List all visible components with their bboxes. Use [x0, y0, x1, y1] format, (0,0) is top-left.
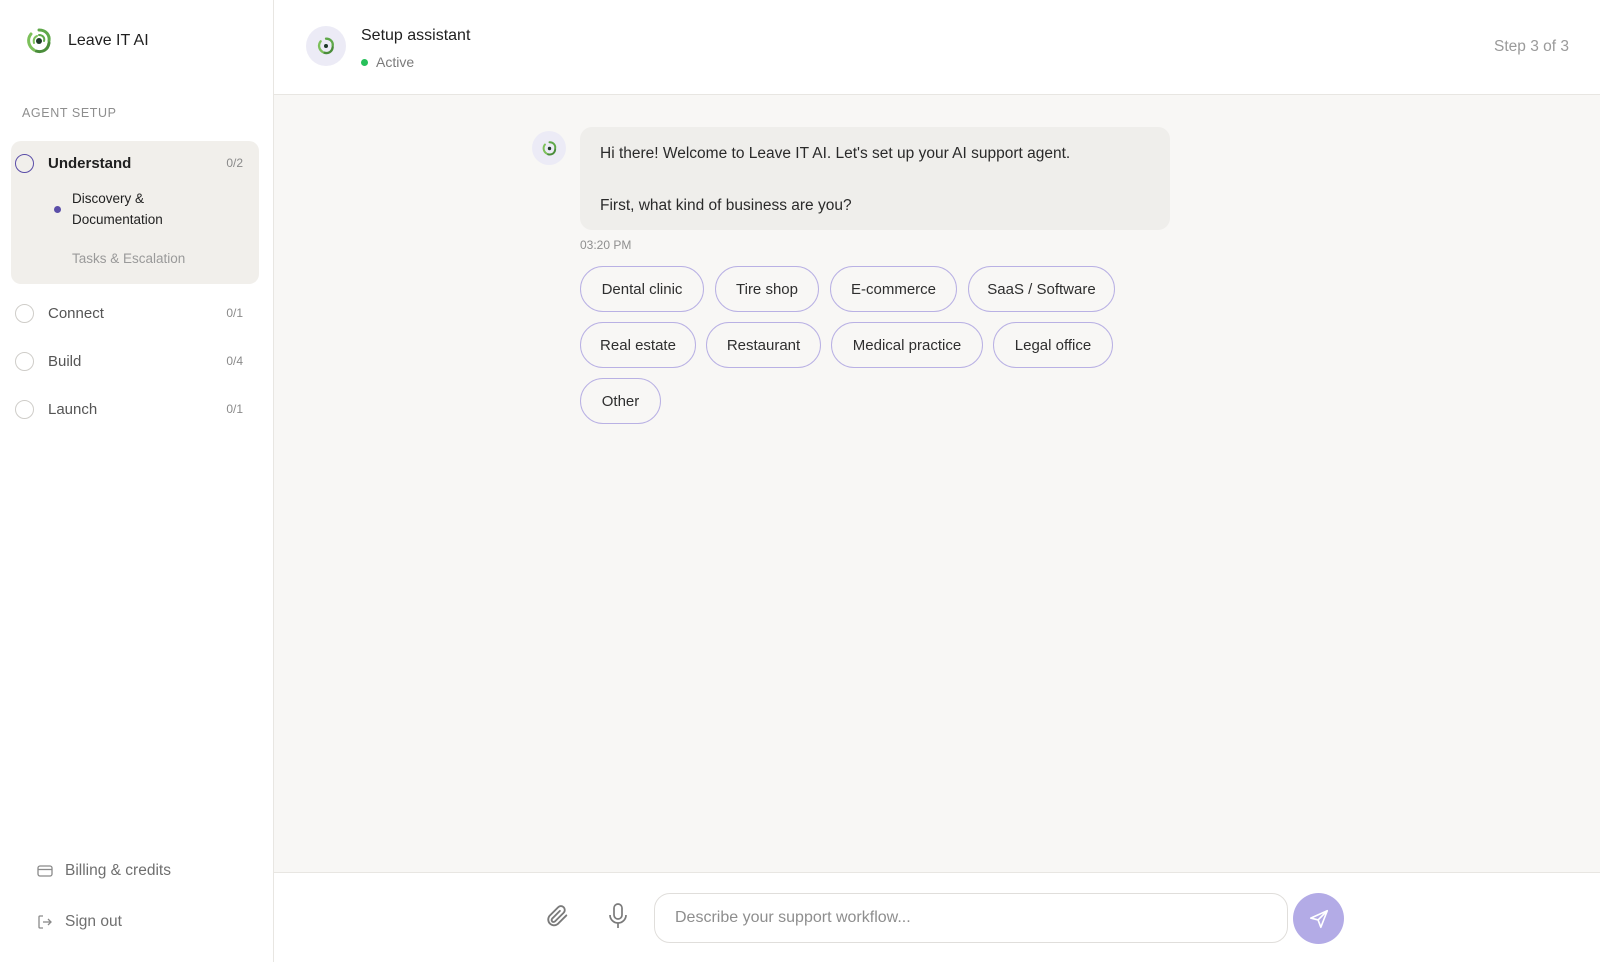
swirl-logo-icon — [542, 140, 556, 155]
chat-header: Setup assistant Active Step 3 of 3 — [274, 0, 1600, 95]
circle-icon — [15, 153, 34, 173]
option-restaurant[interactable]: Restaurant — [706, 322, 821, 368]
composer — [274, 873, 1600, 962]
option-legal-office[interactable]: Legal office — [993, 322, 1113, 368]
swirl-logo-icon — [27, 28, 51, 54]
attach-button[interactable] — [540, 899, 574, 933]
assistant-title: Setup assistant — [361, 27, 471, 44]
option-tire-shop[interactable]: Tire shop — [715, 266, 819, 312]
current-substep-dot — [54, 206, 61, 213]
option-other[interactable]: Other — [580, 378, 661, 424]
message-timestamp: 03:20 PM — [580, 238, 632, 252]
option-real-estate[interactable]: Real estate — [580, 322, 696, 368]
option-dental-clinic[interactable]: Dental clinic — [580, 266, 704, 312]
billing-label: Billing & credits — [65, 862, 171, 879]
step-build[interactable]: Build 0/4 — [15, 349, 243, 373]
message-line: Hi there! Welcome to Leave IT AI. Let's … — [600, 145, 1071, 162]
option-e-commerce[interactable]: E-commerce — [830, 266, 957, 312]
microphone-icon — [609, 903, 627, 928]
step-name: Launch — [48, 400, 98, 418]
status-dot — [361, 58, 368, 66]
step-count: 0/2 — [226, 156, 243, 170]
step-name: Build — [48, 352, 82, 370]
message-line: First, what kind of business are you? — [600, 197, 852, 214]
step-launch[interactable]: Launch 0/1 — [15, 397, 243, 421]
step-indicator: Step 3 of 3 — [1494, 38, 1569, 55]
circle-icon — [15, 399, 34, 419]
assistant-avatar — [306, 26, 346, 66]
send-icon — [1309, 909, 1328, 928]
message-avatar — [532, 131, 566, 165]
step-count: 0/1 — [226, 402, 243, 416]
option-saas-software[interactable]: SaaS / Software — [968, 266, 1115, 312]
brand-name: Leave IT AI — [68, 32, 149, 49]
step-connect[interactable]: Connect 0/1 — [15, 301, 243, 325]
credit-card-icon — [37, 865, 53, 877]
step-count: 0/4 — [226, 354, 243, 368]
paperclip-icon — [547, 905, 568, 927]
sidebar: Leave IT AI AGENT SETUP Understand 0/2 D… — [0, 0, 274, 962]
assistant-message: Hi there! Welcome to Leave IT AI. Let's … — [580, 127, 1170, 230]
step-name: Connect — [48, 304, 104, 322]
circle-icon — [15, 351, 34, 371]
status-text: Active — [376, 54, 415, 70]
message-input[interactable] — [654, 893, 1288, 943]
substep-discovery[interactable]: Discovery & Documentation — [72, 188, 202, 230]
step-name: Understand — [48, 154, 132, 172]
sign-out-link[interactable]: Sign out — [37, 913, 122, 931]
sign-out-label: Sign out — [65, 913, 122, 930]
sign-out-icon — [38, 915, 52, 929]
microphone-button[interactable] — [601, 899, 635, 933]
brand[interactable]: Leave IT AI — [24, 26, 149, 56]
option-medical-practice[interactable]: Medical practice — [831, 322, 983, 368]
send-button[interactable] — [1293, 893, 1344, 944]
step-understand[interactable]: Understand 0/2 — [15, 151, 243, 175]
step-count: 0/1 — [226, 306, 243, 320]
substep-tasks[interactable]: Tasks & Escalation — [72, 248, 185, 269]
chat-area: Hi there! Welcome to Leave IT AI. Let's … — [274, 95, 1600, 873]
billing-link[interactable]: Billing & credits — [37, 862, 171, 880]
status-badge: Active — [361, 54, 414, 70]
swirl-logo-icon — [317, 37, 334, 55]
section-label: AGENT SETUP — [22, 106, 117, 120]
circle-icon — [15, 303, 34, 323]
